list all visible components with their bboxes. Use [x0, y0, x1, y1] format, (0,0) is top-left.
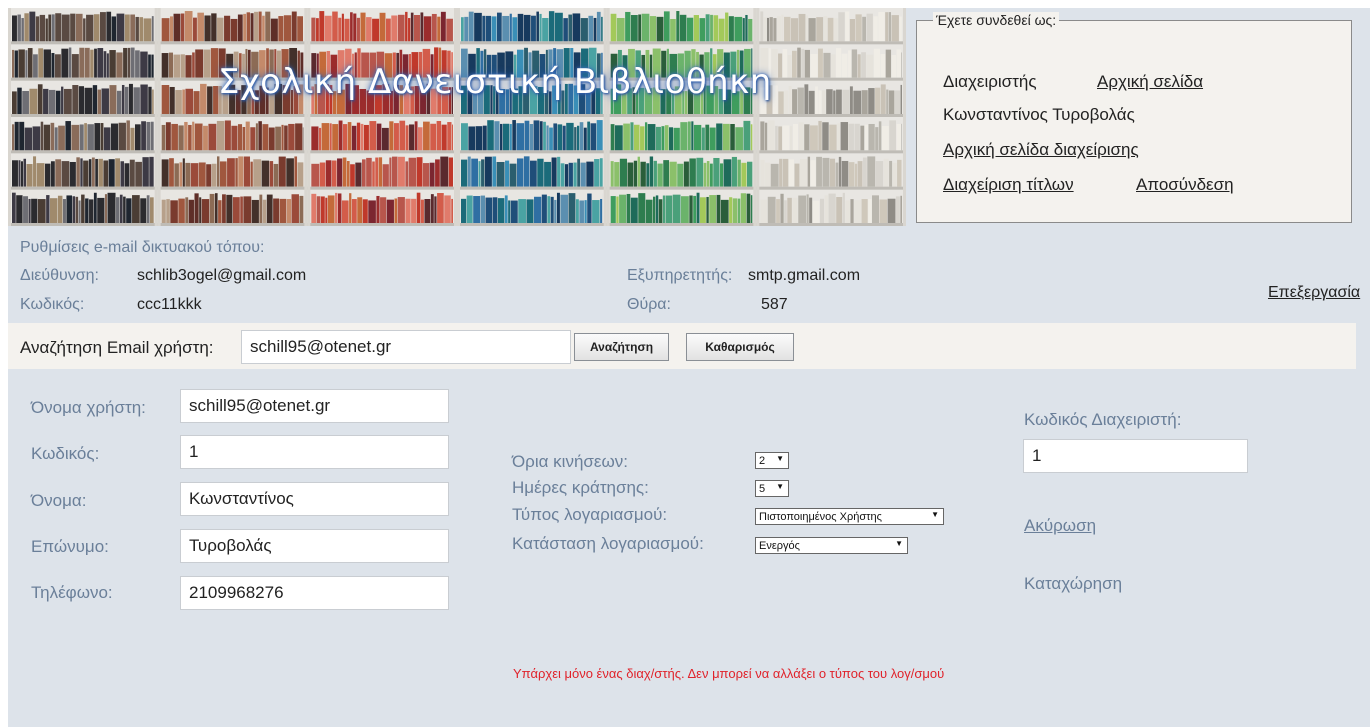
- smtp-server-label: Εξυπηρετητής:: [627, 267, 733, 284]
- user-search-bar: Αναζήτηση Email χρήστη: schill95@otenet.…: [8, 323, 1356, 369]
- hold-days-select[interactable]: 5 ▼: [755, 480, 789, 497]
- dropdown-arrow-icon: ▼: [776, 454, 784, 463]
- account-type-select[interactable]: Πιστοποιημένος Χρήστης ▼: [755, 508, 944, 525]
- login-panel: Έχετε συνδεθεί ως: Διαχειριστής Αρχική σ…: [916, 12, 1352, 223]
- titles-management-link[interactable]: Διαχείριση τίτλων: [943, 175, 1074, 195]
- edit-email-settings-link[interactable]: Επεξεργασία: [1268, 284, 1360, 302]
- hold-days-label: Ημέρες κράτησης:: [512, 478, 649, 497]
- movement-limits-value: 2: [759, 454, 766, 467]
- dropdown-arrow-icon: ▼: [776, 482, 784, 491]
- admin-code-input[interactable]: 1: [1023, 439, 1248, 473]
- movement-limits-label: Όρια κινήσεων:: [512, 452, 628, 471]
- account-status-value: Ενεργός: [759, 539, 800, 552]
- search-email-input[interactable]: schill95@otenet.gr: [241, 330, 571, 364]
- library-banner: Σχολική Δανειστική Βιβλιοθήκη: [8, 8, 906, 226]
- account-type-value: Πιστοποιημένος Χρήστης: [759, 510, 882, 523]
- phone-input[interactable]: 2109968276: [180, 576, 449, 610]
- search-email-label: Αναζήτηση Email χρήστη:: [20, 338, 214, 357]
- home-link[interactable]: Αρχική σελίδα: [1097, 72, 1203, 92]
- firstname-input[interactable]: Κωνσταντίνος: [180, 482, 449, 516]
- dropdown-arrow-icon: ▼: [895, 539, 903, 548]
- firstname-label: Όνομα:: [31, 491, 87, 510]
- search-button[interactable]: Αναζήτηση: [574, 333, 669, 361]
- smtp-server-value: smtp.gmail.com: [748, 267, 861, 284]
- login-legend: Έχετε συνδεθεί ως:: [933, 12, 1060, 28]
- email-settings-heading: Ρυθμίσεις e-mail δικτυακού τόπου:: [20, 239, 265, 256]
- logout-link[interactable]: Αποσύνδεση: [1136, 175, 1234, 195]
- error-message: Υπάρχει μόνο ένας διαχ/στής. Δεν μπορεί …: [513, 666, 945, 681]
- user-password-label: Κωδικός:: [31, 444, 100, 463]
- site-title: Σχολική Δανειστική Βιβλιοθήκη: [218, 62, 772, 102]
- lastname-label: Επώνυμο:: [31, 537, 109, 556]
- account-type-label: Τύπος λογαριασμού:: [512, 505, 668, 524]
- logged-user-name: Κωνσταντίνος Τυροβολάς: [943, 105, 1135, 124]
- user-password-input[interactable]: 1: [180, 435, 449, 469]
- account-status-select[interactable]: Ενεργός ▼: [755, 537, 908, 554]
- clear-button[interactable]: Καθαρισμός: [686, 333, 794, 361]
- cancel-link[interactable]: Ακύρωση: [1024, 516, 1096, 536]
- admin-home-link[interactable]: Αρχική σελίδα διαχείρισης: [943, 140, 1139, 160]
- admin-code-label: Κωδικός Διαχειριστή:: [1024, 410, 1182, 429]
- submit-button[interactable]: Καταχώρηση: [1024, 574, 1122, 594]
- smtp-port-label: Θύρα:: [627, 296, 671, 313]
- bookshelf-image: [8, 8, 906, 226]
- lastname-input[interactable]: Τυροβολάς: [180, 529, 449, 563]
- username-input[interactable]: schill95@otenet.gr: [180, 389, 449, 423]
- email-address-label: Διεύθυνση:: [20, 267, 99, 284]
- smtp-port-value: 587: [761, 296, 788, 313]
- dropdown-arrow-icon: ▼: [931, 510, 939, 519]
- movement-limits-select[interactable]: 2 ▼: [755, 452, 789, 469]
- email-password-label: Κωδικός:: [20, 296, 85, 313]
- hold-days-value: 5: [759, 482, 766, 495]
- username-label: Όνομα χρήστη:: [31, 398, 146, 417]
- email-password-value: ccc11kkk: [137, 296, 202, 313]
- account-status-label: Κατάσταση λογαριασμού:: [512, 534, 704, 553]
- phone-label: Τηλέφωνο:: [31, 583, 113, 602]
- email-address-value: schlib3ogel@gmail.com: [137, 267, 307, 284]
- user-role: Διαχειριστής: [943, 72, 1037, 91]
